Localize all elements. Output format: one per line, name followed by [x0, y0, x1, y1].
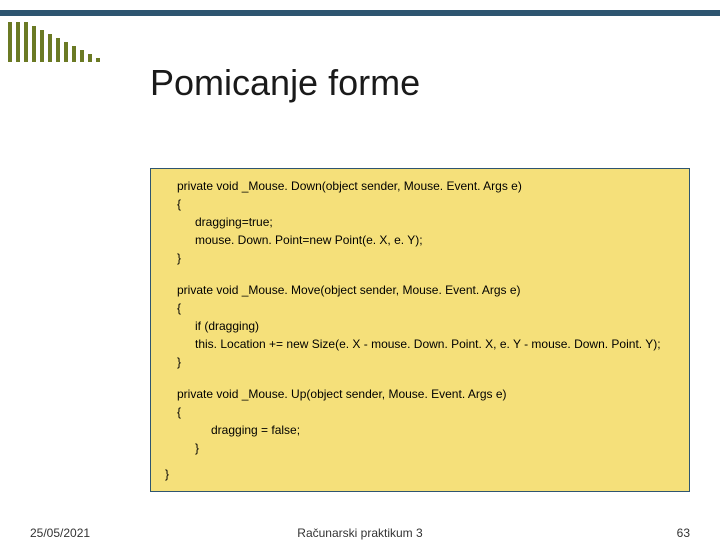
code-line: dragging=true; [161, 213, 679, 231]
slide-title: Pomicanje forme [150, 62, 420, 104]
code-line: } [161, 439, 679, 457]
code-line: { [161, 195, 679, 213]
code-line: private void _Mouse. Up(object sender, M… [161, 385, 679, 403]
logo-bar [16, 22, 20, 62]
code-line: if (dragging) [161, 317, 679, 335]
logo-bar [40, 30, 44, 62]
logo-bar [48, 34, 52, 62]
top-rule [0, 10, 720, 16]
code-box: private void _Mouse. Down(object sender,… [150, 168, 690, 492]
code-line: { [161, 299, 679, 317]
logo-bar [96, 58, 100, 62]
logo-bar [64, 42, 68, 62]
code-line: this. Location += new Size(e. X - mouse.… [161, 335, 679, 353]
code-block-mouseup: private void _Mouse. Up(object sender, M… [161, 385, 679, 483]
code-line: { [161, 403, 679, 421]
code-line: } [161, 465, 679, 483]
logo-bar [88, 54, 92, 62]
logo-bar [56, 38, 60, 62]
slide: Pomicanje forme private void _Mouse. Dow… [0, 0, 720, 540]
code-block-mousedown: private void _Mouse. Down(object sender,… [161, 177, 679, 267]
code-line: } [161, 249, 679, 267]
code-line: dragging = false; [161, 421, 679, 439]
logo-bar [8, 22, 12, 62]
logo-bar [80, 50, 84, 62]
code-block-mousemove: private void _Mouse. Move(object sender,… [161, 281, 679, 371]
code-line: private void _Mouse. Down(object sender,… [161, 177, 679, 195]
logo-bar [24, 22, 28, 62]
logo-bars [8, 22, 100, 62]
code-line: } [161, 353, 679, 371]
footer-course: Računarski praktikum 3 [0, 526, 720, 540]
logo-bar [72, 46, 76, 62]
logo-bar [32, 26, 36, 62]
code-line: private void _Mouse. Move(object sender,… [161, 281, 679, 299]
code-line: mouse. Down. Point=new Point(e. X, e. Y)… [161, 231, 679, 249]
footer-page-number: 63 [677, 526, 690, 540]
